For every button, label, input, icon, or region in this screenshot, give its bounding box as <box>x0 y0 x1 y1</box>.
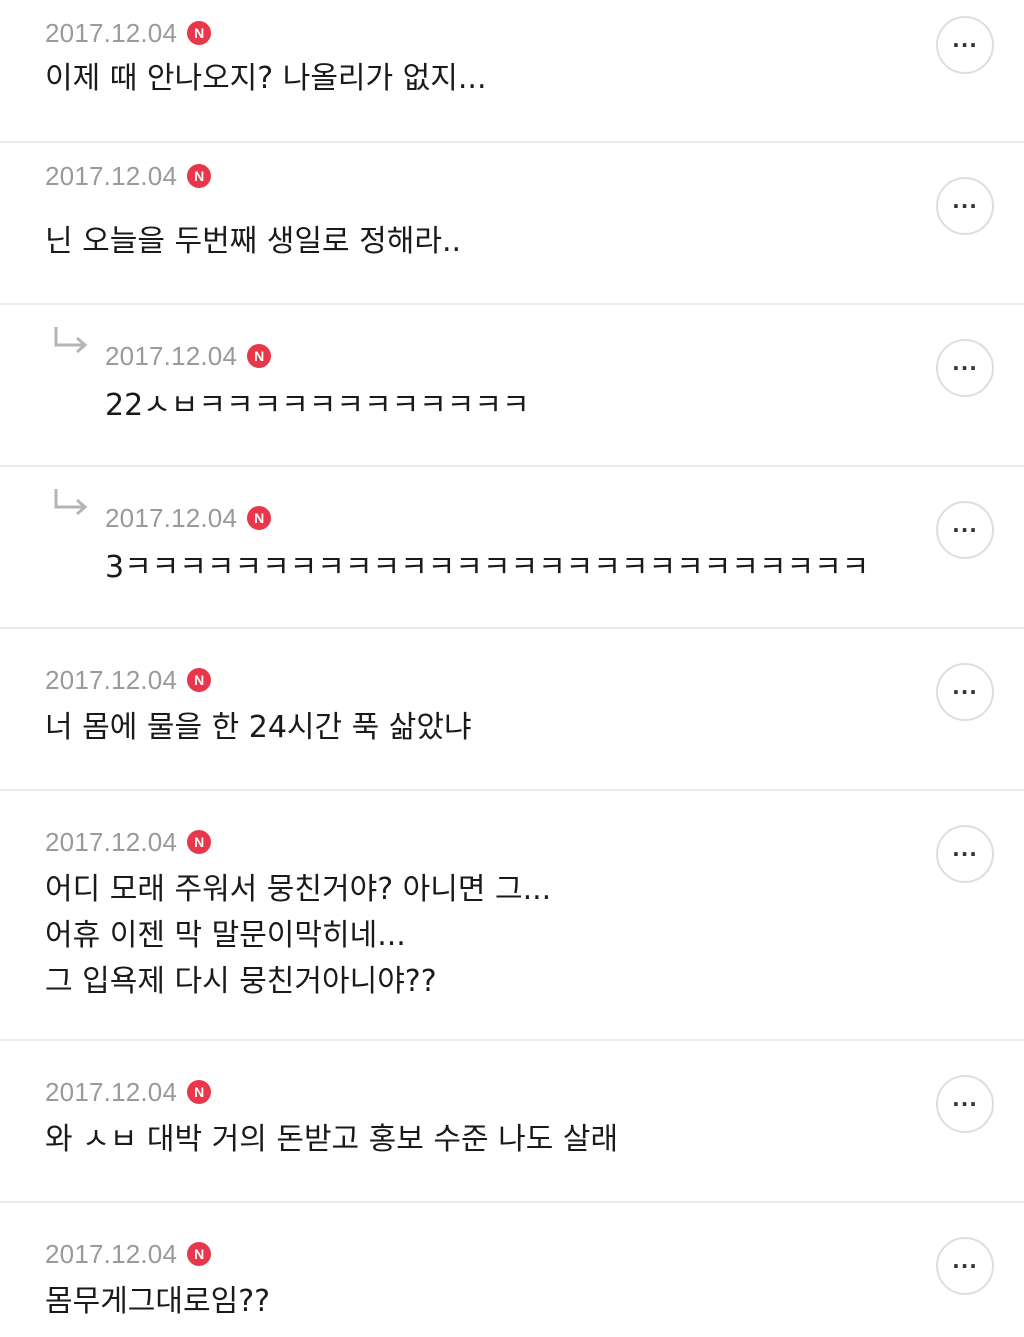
comment-date: 2017.12.04 <box>45 826 178 857</box>
new-badge-icon: N <box>187 1242 212 1266</box>
more-options-button[interactable]: ... <box>936 1237 994 1295</box>
comment-text: 어디 모래 주워서 뭉친거야? 아니면 그... 어휴 이젠 막 말문이막히네.… <box>45 872 552 999</box>
more-icon: ... <box>952 513 978 537</box>
comment-meta: 2017.12.04 N <box>45 663 212 697</box>
comment-list: 2017.12.04 N 이제 때 안나오지? 나올리가 없지... ... 2… <box>0 0 1024 1337</box>
comment-date: 2017.12.04 <box>45 1238 178 1269</box>
more-icon: ... <box>952 675 978 699</box>
new-badge-icon: N <box>187 21 212 45</box>
reply-item: 2017.12.04 N 3ㅋㅋㅋㅋㅋㅋㅋㅋㅋㅋㅋㅋㅋㅋㅋㅋㅋㅋㅋㅋㅋㅋㅋㅋㅋㅋ… <box>0 467 1024 629</box>
more-icon: ... <box>952 351 978 375</box>
new-badge-icon: N <box>187 830 212 854</box>
comment-text: 몸무게그대로임?? <box>45 1284 271 1319</box>
comment-text: 너 몸에 물을 한 24시간 푹 삶았냐 <box>45 710 472 745</box>
comment-date: 2017.12.04 <box>105 340 238 371</box>
comment-text: 닌 오늘을 두번째 생일로 정해라.. <box>45 224 462 259</box>
comment-meta: 2017.12.04 N <box>45 16 212 50</box>
more-icon: ... <box>952 1087 978 1111</box>
comment-meta: 2017.12.04 N <box>45 825 212 859</box>
comment-date: 2017.12.04 <box>45 160 178 191</box>
more-options-button[interactable]: ... <box>936 663 994 721</box>
new-badge-icon: N <box>187 1080 212 1104</box>
comment-date: 2017.12.04 <box>45 1076 178 1107</box>
more-icon: ... <box>952 189 978 213</box>
comment-item: 2017.12.04 N 너 몸에 물을 한 24시간 푹 삶았냐 ... <box>0 629 1024 791</box>
comment-meta: 2017.12.04 N <box>105 339 272 373</box>
comment-meta: 2017.12.04 N <box>45 1075 212 1109</box>
comment-item: 2017.12.04 N 몸무게그대로임?? ... <box>0 1203 1024 1337</box>
more-icon: ... <box>952 837 978 861</box>
comment-date: 2017.12.04 <box>45 664 178 695</box>
reply-arrow-icon <box>54 327 88 354</box>
comment-text: 이제 때 안나오지? 나올리가 없지... <box>45 61 487 96</box>
more-icon: ... <box>952 1249 978 1273</box>
new-badge-icon: N <box>187 164 212 188</box>
more-options-button[interactable]: ... <box>936 501 994 559</box>
more-options-button[interactable]: ... <box>936 825 994 883</box>
more-icon: ... <box>952 28 978 52</box>
comment-date: 2017.12.04 <box>105 502 238 533</box>
new-badge-icon: N <box>187 668 212 692</box>
comment-meta: 2017.12.04 N <box>45 159 212 193</box>
more-options-button[interactable]: ... <box>936 1075 994 1133</box>
more-options-button[interactable]: ... <box>936 177 994 235</box>
comment-item: 2017.12.04 N 어디 모래 주워서 뭉친거야? 아니면 그... 어휴… <box>0 791 1024 1041</box>
reply-arrow-icon <box>54 489 88 516</box>
comment-meta: 2017.12.04 N <box>105 501 272 535</box>
comment-text: 22ㅅㅂㅋㅋㅋㅋㅋㅋㅋㅋㅋㅋㅋㅋ <box>105 388 530 423</box>
new-badge-icon: N <box>247 344 272 368</box>
comment-text: 와 ㅅㅂ 대박 거의 돈받고 홍보 수준 나도 살래 <box>45 1122 619 1157</box>
comment-text: 3ㅋㅋㅋㅋㅋㅋㅋㅋㅋㅋㅋㅋㅋㅋㅋㅋㅋㅋㅋㅋㅋㅋㅋㅋㅋㅋㅋ <box>105 550 870 585</box>
comment-meta: 2017.12.04 N <box>45 1237 212 1271</box>
more-options-button[interactable]: ... <box>936 339 994 397</box>
reply-item: 2017.12.04 N 22ㅅㅂㅋㅋㅋㅋㅋㅋㅋㅋㅋㅋㅋㅋ ... <box>0 305 1024 467</box>
more-options-button[interactable]: ... <box>936 16 994 74</box>
comment-item: 2017.12.04 N 와 ㅅㅂ 대박 거의 돈받고 홍보 수준 나도 살래 … <box>0 1041 1024 1203</box>
comment-date: 2017.12.04 <box>45 17 178 48</box>
new-badge-icon: N <box>247 506 272 530</box>
comment-item: 2017.12.04 N 닌 오늘을 두번째 생일로 정해라.. ... <box>0 143 1024 305</box>
comment-item: 2017.12.04 N 이제 때 안나오지? 나올리가 없지... ... <box>0 0 1024 143</box>
